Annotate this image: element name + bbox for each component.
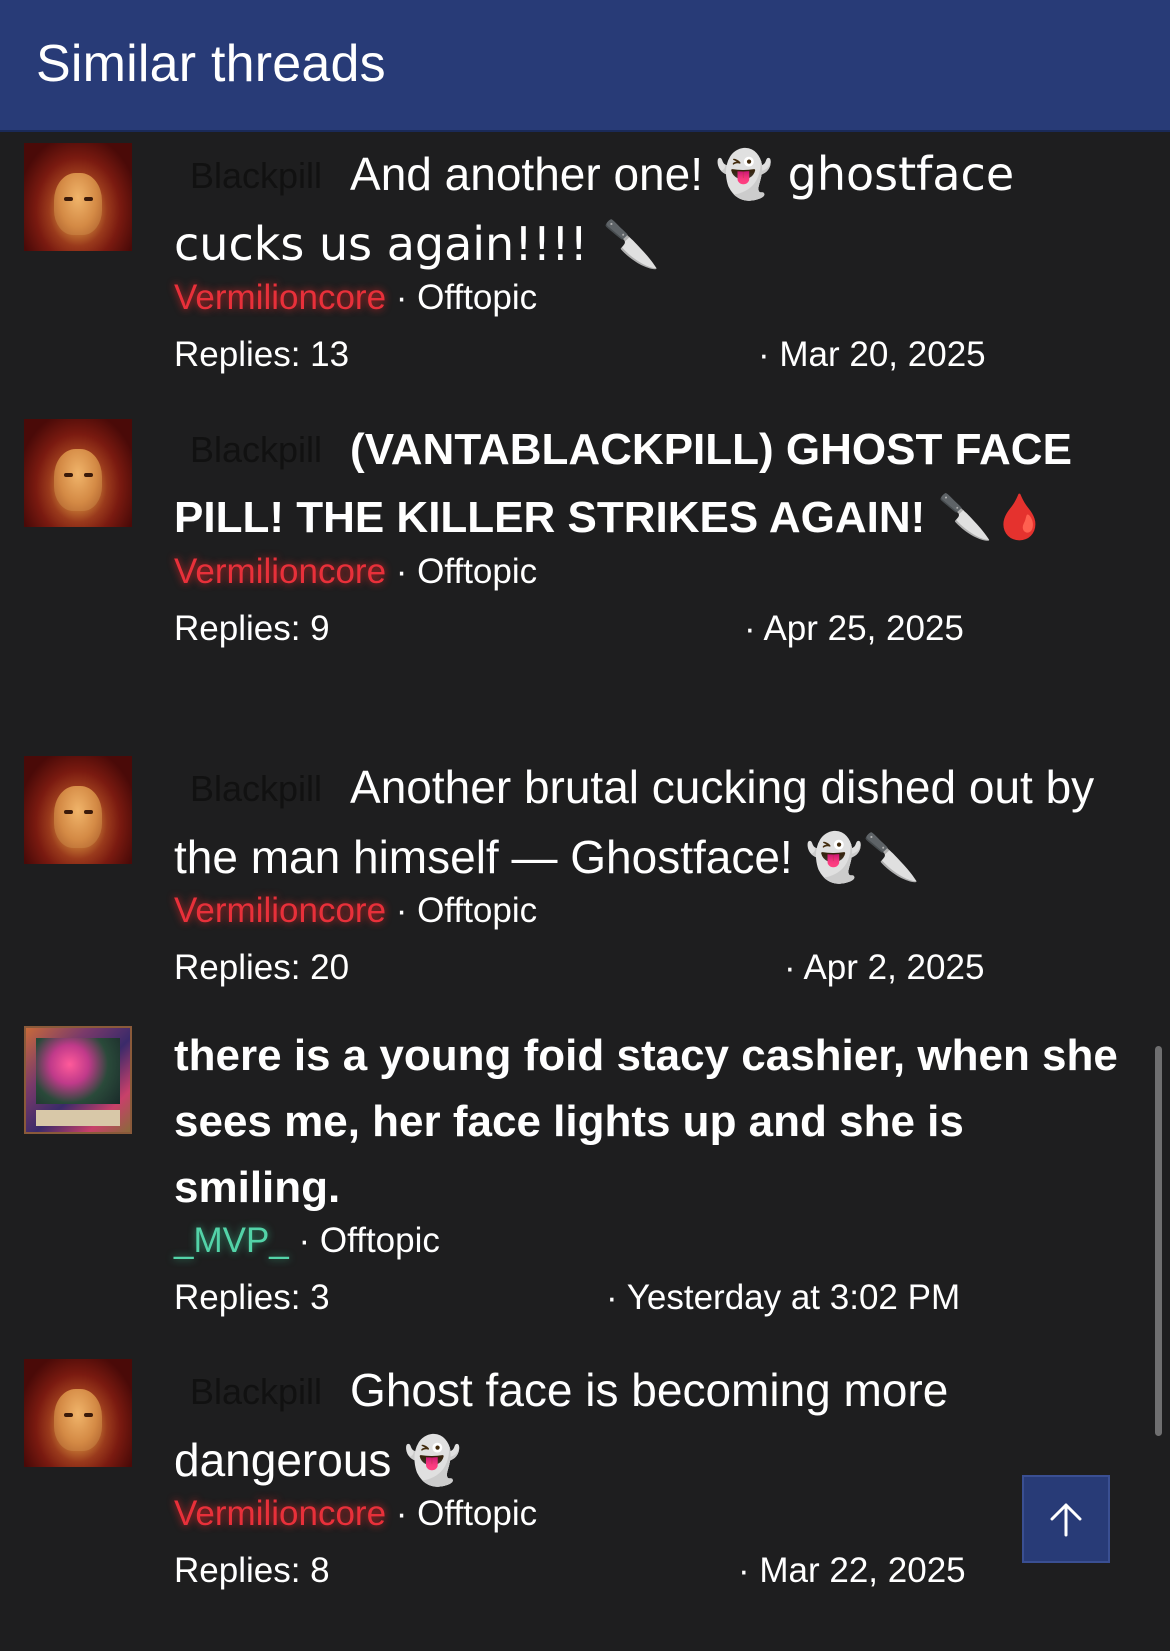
- author-link[interactable]: Vermilioncore: [174, 552, 386, 591]
- thread-prefix-label[interactable]: Blackpill: [174, 416, 338, 484]
- author-link[interactable]: _MVP_: [174, 1221, 289, 1260]
- replies-count: Replies: 13: [174, 335, 350, 374]
- thread-prefix-label[interactable]: Blackpill: [174, 1358, 338, 1426]
- thread-title-link[interactable]: there is a young foid stacy cashier, whe…: [174, 1023, 1142, 1221]
- meta-separator: ·: [395, 278, 408, 317]
- forum-link[interactable]: Offtopic: [417, 1494, 537, 1533]
- author-link[interactable]: Vermilioncore: [174, 1494, 386, 1533]
- scroll-to-top-button[interactable]: [1022, 1475, 1110, 1563]
- thread-title-link[interactable]: Blackpill (VANTABLACKPILL) GHOST FACE PIL…: [174, 416, 1142, 552]
- arrow-up-icon: [1050, 1503, 1082, 1537]
- meta-separator: ·: [298, 1221, 311, 1260]
- avatar[interactable]: [24, 1359, 132, 1467]
- scrollbar[interactable]: [1155, 1046, 1162, 1436]
- forum-link[interactable]: Offtopic: [417, 891, 537, 930]
- section-title: Similar threads: [36, 35, 386, 93]
- avatar[interactable]: [24, 1026, 132, 1134]
- meta-separator: ·: [395, 552, 408, 591]
- meta-separator: ·: [395, 1494, 408, 1533]
- thread-title-link[interactable]: Blackpill Another brutal cucking dished o…: [174, 753, 1142, 891]
- thread-prefix-label[interactable]: Blackpill: [174, 755, 338, 823]
- replies-count: Replies: 20: [174, 948, 350, 987]
- avatar[interactable]: [24, 143, 132, 251]
- forum-link[interactable]: Offtopic: [320, 1221, 440, 1260]
- thread-title-emojis: 👻🔪: [805, 830, 921, 884]
- meta-separator: ·: [395, 891, 408, 930]
- similar-threads-page: Similar threads Blackpill And another one…: [0, 0, 1170, 1651]
- hooded-man-avatar-image: [24, 1359, 132, 1467]
- thread-date[interactable]: · Apr 2, 2025: [784, 946, 984, 990]
- replies-count: Replies: 8: [174, 1551, 330, 1590]
- thread-title[interactable]: there is a young foid stacy cashier, whe…: [174, 1031, 1118, 1212]
- avatar[interactable]: [24, 756, 132, 864]
- forum-link[interactable]: Offtopic: [417, 552, 537, 591]
- thread-date[interactable]: · Apr 25, 2025: [744, 607, 964, 651]
- thread-date[interactable]: · Mar 20, 2025: [758, 333, 986, 377]
- trading-card-avatar-image: [24, 1026, 132, 1134]
- replies-count: Replies: 3: [174, 1278, 330, 1317]
- author-link[interactable]: Vermilioncore: [174, 278, 386, 317]
- replies-count: Replies: 9: [174, 609, 330, 648]
- thread-date[interactable]: · Mar 22, 2025: [738, 1549, 966, 1593]
- thread-title-link[interactable]: Blackpill Ghost face is becoming more dan…: [174, 1356, 1142, 1494]
- thread-title[interactable]: And another one!: [350, 148, 703, 200]
- forum-link[interactable]: Offtopic: [417, 278, 537, 317]
- section-header: Similar threads: [0, 0, 1170, 132]
- author-link[interactable]: Vermilioncore: [174, 891, 386, 930]
- hooded-man-avatar-image: [24, 756, 132, 864]
- hooded-man-avatar-image: [24, 143, 132, 251]
- avatar[interactable]: [24, 419, 132, 527]
- thread-title-emojis: 🔪🩸: [937, 492, 1048, 543]
- thread-title-link[interactable]: Blackpill And another one! 👻 ghostface cu…: [174, 140, 1142, 278]
- thread-date[interactable]: · Yesterday at 3:02 PM: [606, 1276, 960, 1320]
- thread-title-emojis: 👻: [404, 1433, 462, 1487]
- hooded-man-avatar-image: [24, 419, 132, 527]
- thread-prefix-label[interactable]: Blackpill: [174, 142, 338, 210]
